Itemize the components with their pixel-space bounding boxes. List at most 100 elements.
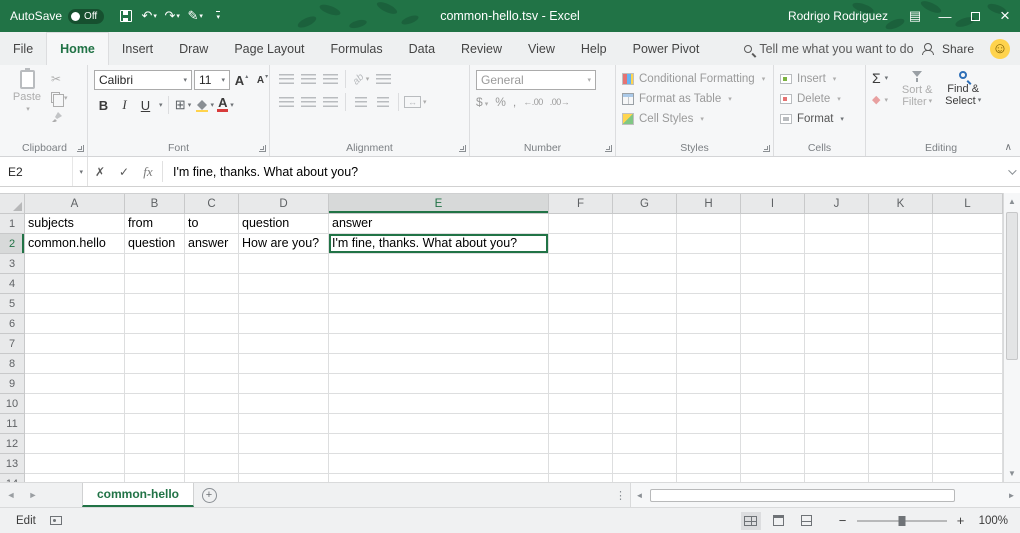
cell-B1[interactable]: from — [125, 214, 185, 234]
row-header-1[interactable]: 1 — [0, 214, 25, 234]
cell-A10[interactable] — [25, 394, 125, 414]
cell-I6[interactable] — [741, 314, 805, 334]
cell-J13[interactable] — [805, 454, 869, 474]
cell-F8[interactable] — [549, 354, 613, 374]
cell-K11[interactable] — [869, 414, 933, 434]
conditional-formatting-button[interactable]: Conditional Formatting ▾ — [622, 70, 765, 88]
cell-L10[interactable] — [933, 394, 1003, 414]
cell-C4[interactable] — [185, 274, 239, 294]
cell-L3[interactable] — [933, 254, 1003, 274]
row-header-6[interactable]: 6 — [0, 314, 25, 334]
paste-button[interactable]: Paste ▾ — [8, 70, 46, 113]
row-header-7[interactable]: 7 — [0, 334, 25, 354]
cell-G8[interactable] — [613, 354, 677, 374]
cell-L11[interactable] — [933, 414, 1003, 434]
cell-D10[interactable] — [239, 394, 329, 414]
cell-B9[interactable] — [125, 374, 185, 394]
cell-C2[interactable]: answer — [185, 234, 239, 254]
cell-B2[interactable]: question — [125, 234, 185, 254]
save-button[interactable] — [116, 5, 136, 27]
cell-J14[interactable] — [805, 474, 869, 482]
column-header-H[interactable]: H — [677, 194, 741, 214]
increase-font-size-button[interactable]: A▴ — [232, 70, 251, 90]
column-header-G[interactable]: G — [613, 194, 677, 214]
cell-F2[interactable] — [549, 234, 613, 254]
borders-button[interactable]: ⊞▾ — [174, 95, 193, 115]
decrease-indent-button[interactable] — [351, 93, 371, 111]
page-break-view-button[interactable] — [797, 512, 817, 530]
cell-G3[interactable] — [613, 254, 677, 274]
cell-L7[interactable] — [933, 334, 1003, 354]
cell-A12[interactable] — [25, 434, 125, 454]
cell-C7[interactable] — [185, 334, 239, 354]
row-header-2[interactable]: 2 — [0, 234, 25, 254]
row-header-4[interactable]: 4 — [0, 274, 25, 294]
column-header-F[interactable]: F — [549, 194, 613, 214]
font-dialog-launcher-icon[interactable] — [259, 145, 266, 152]
cell-K6[interactable] — [869, 314, 933, 334]
cell-D14[interactable] — [239, 474, 329, 482]
font-size-select[interactable]: 11 ▾ — [194, 70, 230, 90]
tab-home[interactable]: Home — [46, 32, 109, 65]
cell-C13[interactable] — [185, 454, 239, 474]
cell-G5[interactable] — [613, 294, 677, 314]
cell-H13[interactable] — [677, 454, 741, 474]
vertical-scrollbar[interactable]: ▲ ▼ — [1003, 193, 1020, 482]
tab-draw[interactable]: Draw — [166, 32, 221, 65]
cell-C5[interactable] — [185, 294, 239, 314]
cell-E5[interactable] — [329, 294, 549, 314]
cell-J4[interactable] — [805, 274, 869, 294]
increase-decimal-button[interactable]: ←.00 — [523, 97, 543, 107]
cell-I11[interactable] — [741, 414, 805, 434]
sheet-nav-left-button[interactable]: ◄ — [0, 483, 22, 507]
cell-D8[interactable] — [239, 354, 329, 374]
cell-E6[interactable] — [329, 314, 549, 334]
row-header-3[interactable]: 3 — [0, 254, 25, 274]
cell-K1[interactable] — [869, 214, 933, 234]
cell-G6[interactable] — [613, 314, 677, 334]
cell-E10[interactable] — [329, 394, 549, 414]
cell-F1[interactable] — [549, 214, 613, 234]
close-button[interactable]: × — [990, 0, 1020, 32]
tell-me-search[interactable]: Tell me what you want to do — [744, 42, 913, 56]
sheet-nav-right-button[interactable]: ► — [22, 483, 44, 507]
cell-F7[interactable] — [549, 334, 613, 354]
touch-mouse-mode-button[interactable]: ✎▾ — [185, 5, 205, 27]
maximize-button[interactable] — [960, 0, 990, 32]
cell-J8[interactable] — [805, 354, 869, 374]
cell-L4[interactable] — [933, 274, 1003, 294]
cell-H11[interactable] — [677, 414, 741, 434]
cell-B14[interactable] — [125, 474, 185, 482]
cell-E9[interactable] — [329, 374, 549, 394]
zoom-out-button[interactable]: − — [835, 513, 851, 528]
cell-C10[interactable] — [185, 394, 239, 414]
cell-styles-button[interactable]: Cell Styles ▾ — [622, 110, 765, 128]
cell-K7[interactable] — [869, 334, 933, 354]
cell-F10[interactable] — [549, 394, 613, 414]
cell-J6[interactable] — [805, 314, 869, 334]
cell-C6[interactable] — [185, 314, 239, 334]
cell-K12[interactable] — [869, 434, 933, 454]
cell-B3[interactable] — [125, 254, 185, 274]
cell-B11[interactable] — [125, 414, 185, 434]
increase-indent-button[interactable] — [373, 93, 393, 111]
cell-G1[interactable] — [613, 214, 677, 234]
cell-J1[interactable] — [805, 214, 869, 234]
feedback-smiley-button[interactable]: ☺ — [990, 39, 1010, 59]
cell-L13[interactable] — [933, 454, 1003, 474]
cell-H4[interactable] — [677, 274, 741, 294]
tab-help[interactable]: Help — [568, 32, 620, 65]
cell-G4[interactable] — [613, 274, 677, 294]
column-header-E[interactable]: E — [329, 194, 549, 214]
cell-A7[interactable] — [25, 334, 125, 354]
zoom-in-button[interactable]: + — [953, 513, 969, 528]
row-header-10[interactable]: 10 — [0, 394, 25, 414]
cell-I4[interactable] — [741, 274, 805, 294]
cell-E14[interactable] — [329, 474, 549, 482]
column-header-K[interactable]: K — [869, 194, 933, 214]
tab-page-layout[interactable]: Page Layout — [221, 32, 317, 65]
row-header-9[interactable]: 9 — [0, 374, 25, 394]
cell-D12[interactable] — [239, 434, 329, 454]
row-header-8[interactable]: 8 — [0, 354, 25, 374]
cell-H5[interactable] — [677, 294, 741, 314]
